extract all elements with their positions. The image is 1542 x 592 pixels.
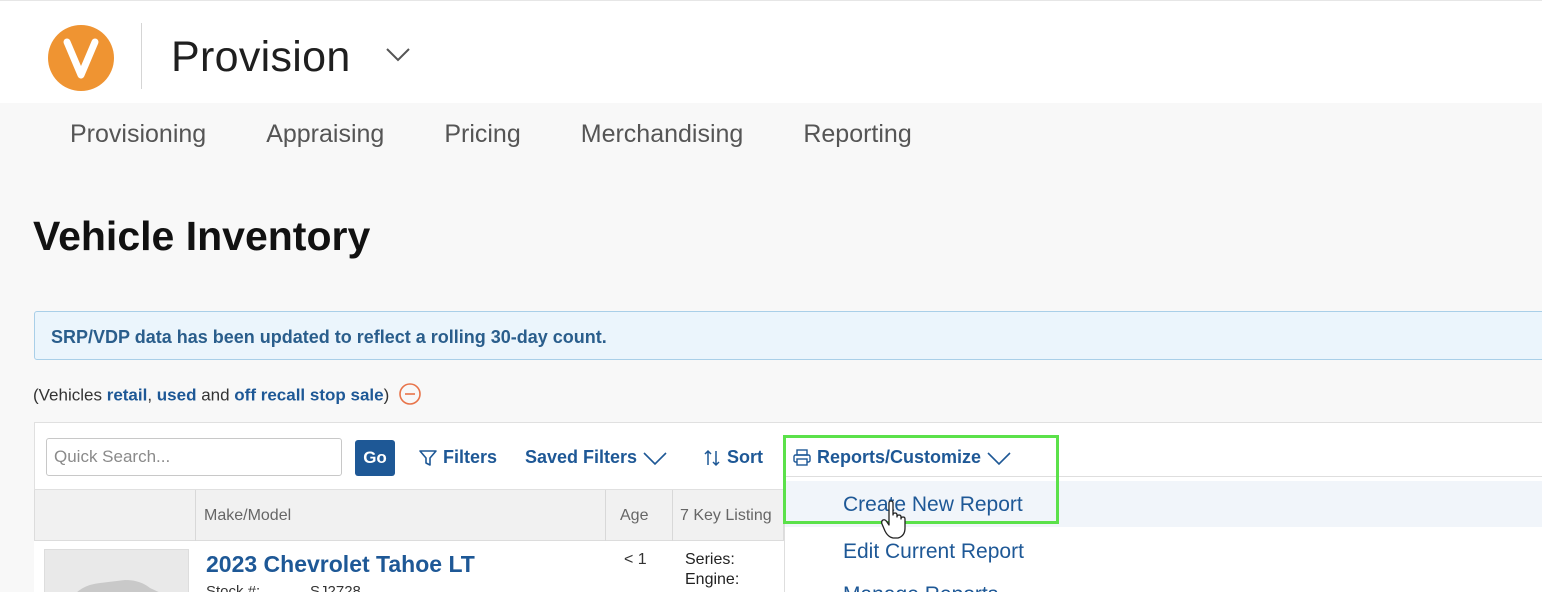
printer-icon xyxy=(793,449,811,466)
filters-button[interactable]: Filters xyxy=(418,447,497,468)
page-title: Vehicle Inventory xyxy=(33,213,371,259)
sort-button[interactable]: Sort xyxy=(702,447,763,468)
chevron-down-icon[interactable] xyxy=(384,45,412,65)
filter-suffix: ) xyxy=(383,385,390,405)
reports-customize-label: Reports/Customize xyxy=(817,447,982,467)
stock-value: SJ2728 xyxy=(310,583,361,592)
funnel-icon xyxy=(419,450,437,467)
remove-filters-icon[interactable] xyxy=(398,382,422,406)
banner-text: SRP/VDP data has been updated to reflect… xyxy=(51,327,607,347)
table-row[interactable]: 2023 Chevrolet Tahoe LT Stock #: SJ2728 … xyxy=(34,541,784,592)
filters-label: Filters xyxy=(443,447,498,467)
app-title[interactable]: Provision xyxy=(171,33,351,82)
filter-recall-link[interactable]: off recall stop sale xyxy=(234,385,383,404)
menu-item-edit-current-report[interactable]: Edit Current Report xyxy=(843,540,1024,564)
column-divider xyxy=(605,490,606,541)
nav-item-appraising[interactable]: Appraising xyxy=(266,120,384,149)
filter-sep1: , xyxy=(147,385,157,405)
sort-arrows-icon xyxy=(704,450,720,467)
stock-label: Stock #: xyxy=(206,583,261,592)
age-value: < 1 xyxy=(624,551,647,568)
table-header: Make/Model Age 7 Key Listing xyxy=(34,490,784,541)
vehicle-title-link[interactable]: 2023 Chevrolet Tahoe LT xyxy=(206,551,475,578)
menu-item-manage-reports[interactable]: Manage Reports xyxy=(843,583,998,592)
nav-item-reporting[interactable]: Reporting xyxy=(803,120,911,149)
engine-label: Engine: xyxy=(685,571,740,588)
hand-cursor-icon xyxy=(881,500,906,539)
filter-sep2: and xyxy=(196,385,235,405)
series-label: Series: xyxy=(685,551,735,568)
app-logo[interactable] xyxy=(48,25,114,91)
column-divider xyxy=(195,490,196,541)
go-button[interactable]: Go xyxy=(355,440,395,476)
column-header-key-listing[interactable]: 7 Key Listing xyxy=(680,507,772,525)
column-divider xyxy=(672,490,673,541)
sort-label: Sort xyxy=(727,447,764,467)
v-logo-icon xyxy=(63,38,99,79)
reports-customize-dropdown[interactable]: Reports/Customize xyxy=(792,447,1012,468)
filter-retail-link[interactable]: retail xyxy=(107,385,148,404)
quick-search-input[interactable] xyxy=(46,438,342,476)
filter-used-link[interactable]: used xyxy=(157,385,197,404)
nav-item-merchandising[interactable]: Merchandising xyxy=(581,120,744,149)
saved-filters-label: Saved Filters xyxy=(525,447,638,467)
saved-filters-dropdown[interactable]: Saved Filters xyxy=(525,447,668,468)
filter-prefix: (Vehicles xyxy=(33,385,107,405)
column-header-age[interactable]: Age xyxy=(620,507,648,525)
filter-summary: (Vehicles retail, used and off recall st… xyxy=(33,382,422,408)
column-header-make-model[interactable]: Make/Model xyxy=(204,507,291,525)
vehicle-thumbnail[interactable] xyxy=(44,549,189,592)
main-nav: Provisioning Appraising Pricing Merchand… xyxy=(70,120,972,149)
nav-item-provisioning[interactable]: Provisioning xyxy=(70,120,206,149)
info-banner: SRP/VDP data has been updated to reflect… xyxy=(34,311,1542,360)
car-image-icon xyxy=(77,580,159,592)
chevron-down-icon xyxy=(987,452,1011,466)
nav-item-pricing[interactable]: Pricing xyxy=(444,120,520,149)
top-bar: Provision xyxy=(0,0,1542,103)
menu-item-create-new-report[interactable]: Create New Report xyxy=(843,493,1023,517)
header-divider xyxy=(141,23,142,89)
chevron-down-icon xyxy=(643,452,667,466)
